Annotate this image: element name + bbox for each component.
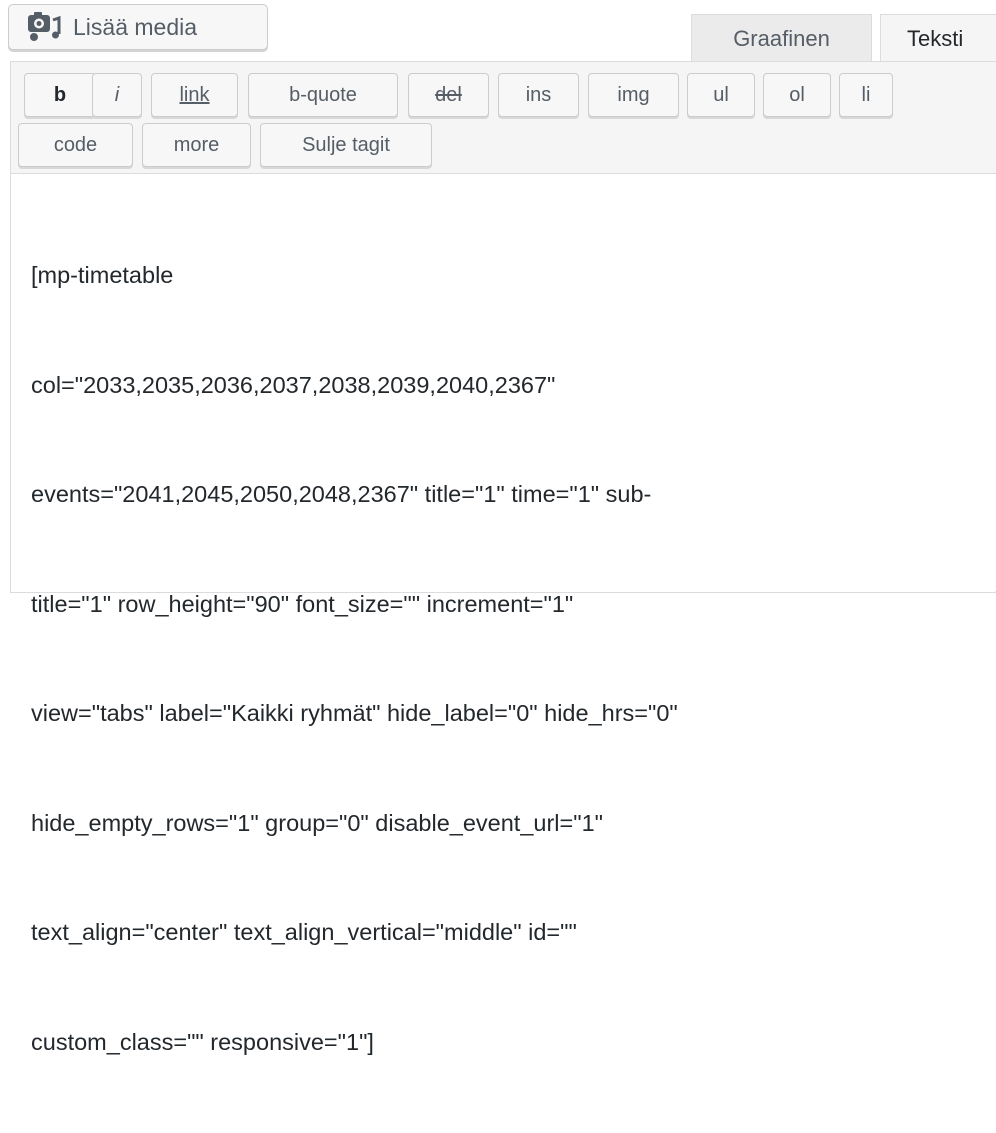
add-media-icon [28, 12, 61, 41]
editor-line: view="tabs" label="Kaikki ryhmät" hide_l… [31, 700, 678, 726]
tab-graafinen-label: Graafinen [733, 25, 830, 51]
text-editor[interactable]: [mp-timetable col="2033,2035,2036,2037,2… [10, 173, 996, 1055]
ol-button[interactable]: ol [763, 73, 831, 117]
del-button[interactable]: del [408, 73, 489, 117]
editor-line: events="2041,2045,2050,2048,2367" title=… [31, 481, 652, 507]
italic-button[interactable]: i [92, 73, 142, 117]
editor-line: custom_class="" responsive="1"] [31, 1028, 374, 1055]
ul-button[interactable]: ul [687, 73, 755, 117]
editor-line: title="1" row_height="90" font_size="" i… [31, 590, 574, 617]
ins-button[interactable]: ins [498, 73, 579, 117]
bold-button[interactable]: b [24, 73, 96, 117]
add-media-button[interactable]: Lisää media [8, 4, 268, 50]
editor-line: [mp-timetable [31, 262, 174, 288]
tab-teksti[interactable]: Teksti [880, 14, 996, 62]
editor-line: col="2033,2035,2036,2037,2038,2039,2040,… [31, 371, 556, 398]
link-button[interactable]: link [151, 73, 238, 117]
editor-content[interactable]: [mp-timetable col="2033,2035,2036,2037,2… [31, 184, 996, 1133]
close-tags-button[interactable]: Sulje tagit [260, 123, 432, 167]
code-button[interactable]: code [18, 123, 133, 167]
add-media-label: Lisää media [73, 13, 198, 40]
editor-line: text_align="center" text_align_vertical=… [31, 919, 577, 945]
quicktags-toolbar: b i link b-quote del ins img ul ol li co… [10, 61, 996, 173]
img-button[interactable]: img [588, 73, 679, 117]
tab-graafinen[interactable]: Graafinen [691, 14, 872, 62]
editor-line: hide_empty_rows="1" group="0" disable_ev… [31, 809, 603, 836]
b-quote-button[interactable]: b-quote [248, 73, 398, 117]
tab-teksti-label: Teksti [907, 25, 964, 51]
li-button[interactable]: li [839, 73, 893, 117]
more-button[interactable]: more [142, 123, 251, 167]
